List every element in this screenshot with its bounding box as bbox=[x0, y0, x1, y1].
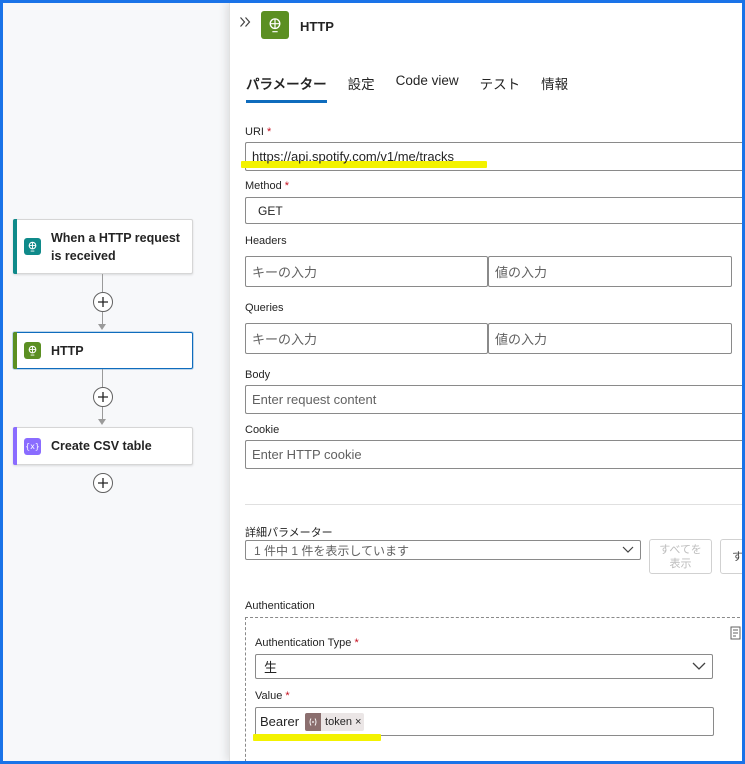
auth-type-select[interactable]: 生 bbox=[255, 654, 713, 679]
method-label: Method * bbox=[245, 180, 290, 192]
trigger-card[interactable]: When a HTTP request is received bbox=[13, 219, 193, 274]
trigger-card-accent bbox=[13, 219, 17, 274]
plus-icon bbox=[98, 478, 108, 488]
add-step-button[interactable] bbox=[93, 473, 113, 493]
connector-line bbox=[102, 274, 103, 292]
cookie-input[interactable]: Enter HTTP cookie bbox=[245, 440, 742, 469]
token-chip[interactable]: token × bbox=[305, 712, 365, 731]
plus-icon bbox=[98, 297, 108, 307]
globe-icon bbox=[24, 238, 41, 255]
tab-test[interactable]: テスト bbox=[480, 73, 521, 103]
clear-all-button[interactable]: す bbox=[720, 539, 742, 574]
authentication-label: Authentication bbox=[245, 600, 315, 612]
details-panel: HTTP パラメーター 設定 Code view テスト 情報 URI * ht… bbox=[229, 3, 742, 761]
headers-value-input[interactable]: 値の入力 bbox=[488, 256, 732, 287]
variable-icon: {x} bbox=[24, 437, 41, 455]
flow-canvas: When a HTTP request is received HTTP {x} … bbox=[3, 3, 229, 761]
headers-key-input[interactable]: キーの入力 bbox=[245, 256, 488, 287]
add-step-button[interactable] bbox=[93, 292, 113, 312]
tab-parameters[interactable]: パラメーター bbox=[246, 73, 327, 103]
queries-value-input[interactable]: 値の入力 bbox=[488, 323, 732, 354]
auth-value-label: Value * bbox=[255, 690, 290, 702]
trigger-card-title: When a HTTP request is received bbox=[51, 230, 180, 263]
variable-token-icon bbox=[305, 712, 322, 731]
connector-arrow-icon bbox=[98, 324, 106, 330]
tab-code-view[interactable]: Code view bbox=[396, 73, 459, 103]
advanced-params-label: 詳細パラメーター bbox=[245, 527, 333, 539]
uri-label: URI * bbox=[245, 126, 272, 138]
token-chip-label: token bbox=[325, 715, 352, 728]
auth-type-label: Authentication Type * bbox=[255, 637, 359, 649]
tab-settings[interactable]: 設定 bbox=[348, 73, 375, 103]
plus-icon bbox=[98, 392, 108, 402]
section-divider bbox=[245, 504, 742, 505]
auth-value-input[interactable]: Bearer token × bbox=[255, 707, 714, 736]
double-chevron-right-icon bbox=[240, 17, 251, 27]
csv-card[interactable]: {x} Create CSV table bbox=[13, 427, 193, 465]
collapse-panel-button[interactable] bbox=[239, 16, 251, 31]
body-input[interactable]: Enter request content bbox=[245, 385, 742, 414]
more-options-icon[interactable] bbox=[728, 625, 742, 644]
http-card-title: HTTP bbox=[51, 343, 84, 358]
panel-title: HTTP bbox=[300, 19, 334, 34]
globe-icon bbox=[24, 342, 41, 359]
http-card-accent bbox=[13, 332, 17, 369]
chevron-down-icon bbox=[692, 662, 706, 670]
method-select[interactable]: GET bbox=[245, 197, 742, 224]
connector-line bbox=[102, 369, 103, 387]
queries-key-input[interactable]: キーの入力 bbox=[245, 323, 488, 354]
add-step-button[interactable] bbox=[93, 387, 113, 407]
headers-label: Headers bbox=[245, 235, 287, 247]
body-label: Body bbox=[245, 369, 271, 381]
csv-card-accent bbox=[13, 427, 17, 465]
http-globe-icon bbox=[261, 11, 289, 39]
token-remove-icon[interactable]: × bbox=[355, 716, 361, 728]
connector-arrow-icon bbox=[98, 419, 106, 425]
panel-tabs: パラメーター 設定 Code view テスト 情報 bbox=[246, 73, 589, 103]
value-highlight bbox=[253, 734, 381, 741]
queries-label: Queries bbox=[245, 302, 284, 314]
show-all-button[interactable]: すべてを 表示 bbox=[649, 539, 712, 574]
csv-card-title: Create CSV table bbox=[51, 439, 152, 453]
tab-about[interactable]: 情報 bbox=[541, 73, 568, 103]
cookie-label: Cookie bbox=[245, 424, 280, 436]
chevron-down-icon bbox=[622, 546, 634, 553]
advanced-params-dropdown[interactable]: 1 件中 1 件を表示しています bbox=[245, 540, 641, 560]
http-card[interactable]: HTTP bbox=[13, 332, 193, 369]
